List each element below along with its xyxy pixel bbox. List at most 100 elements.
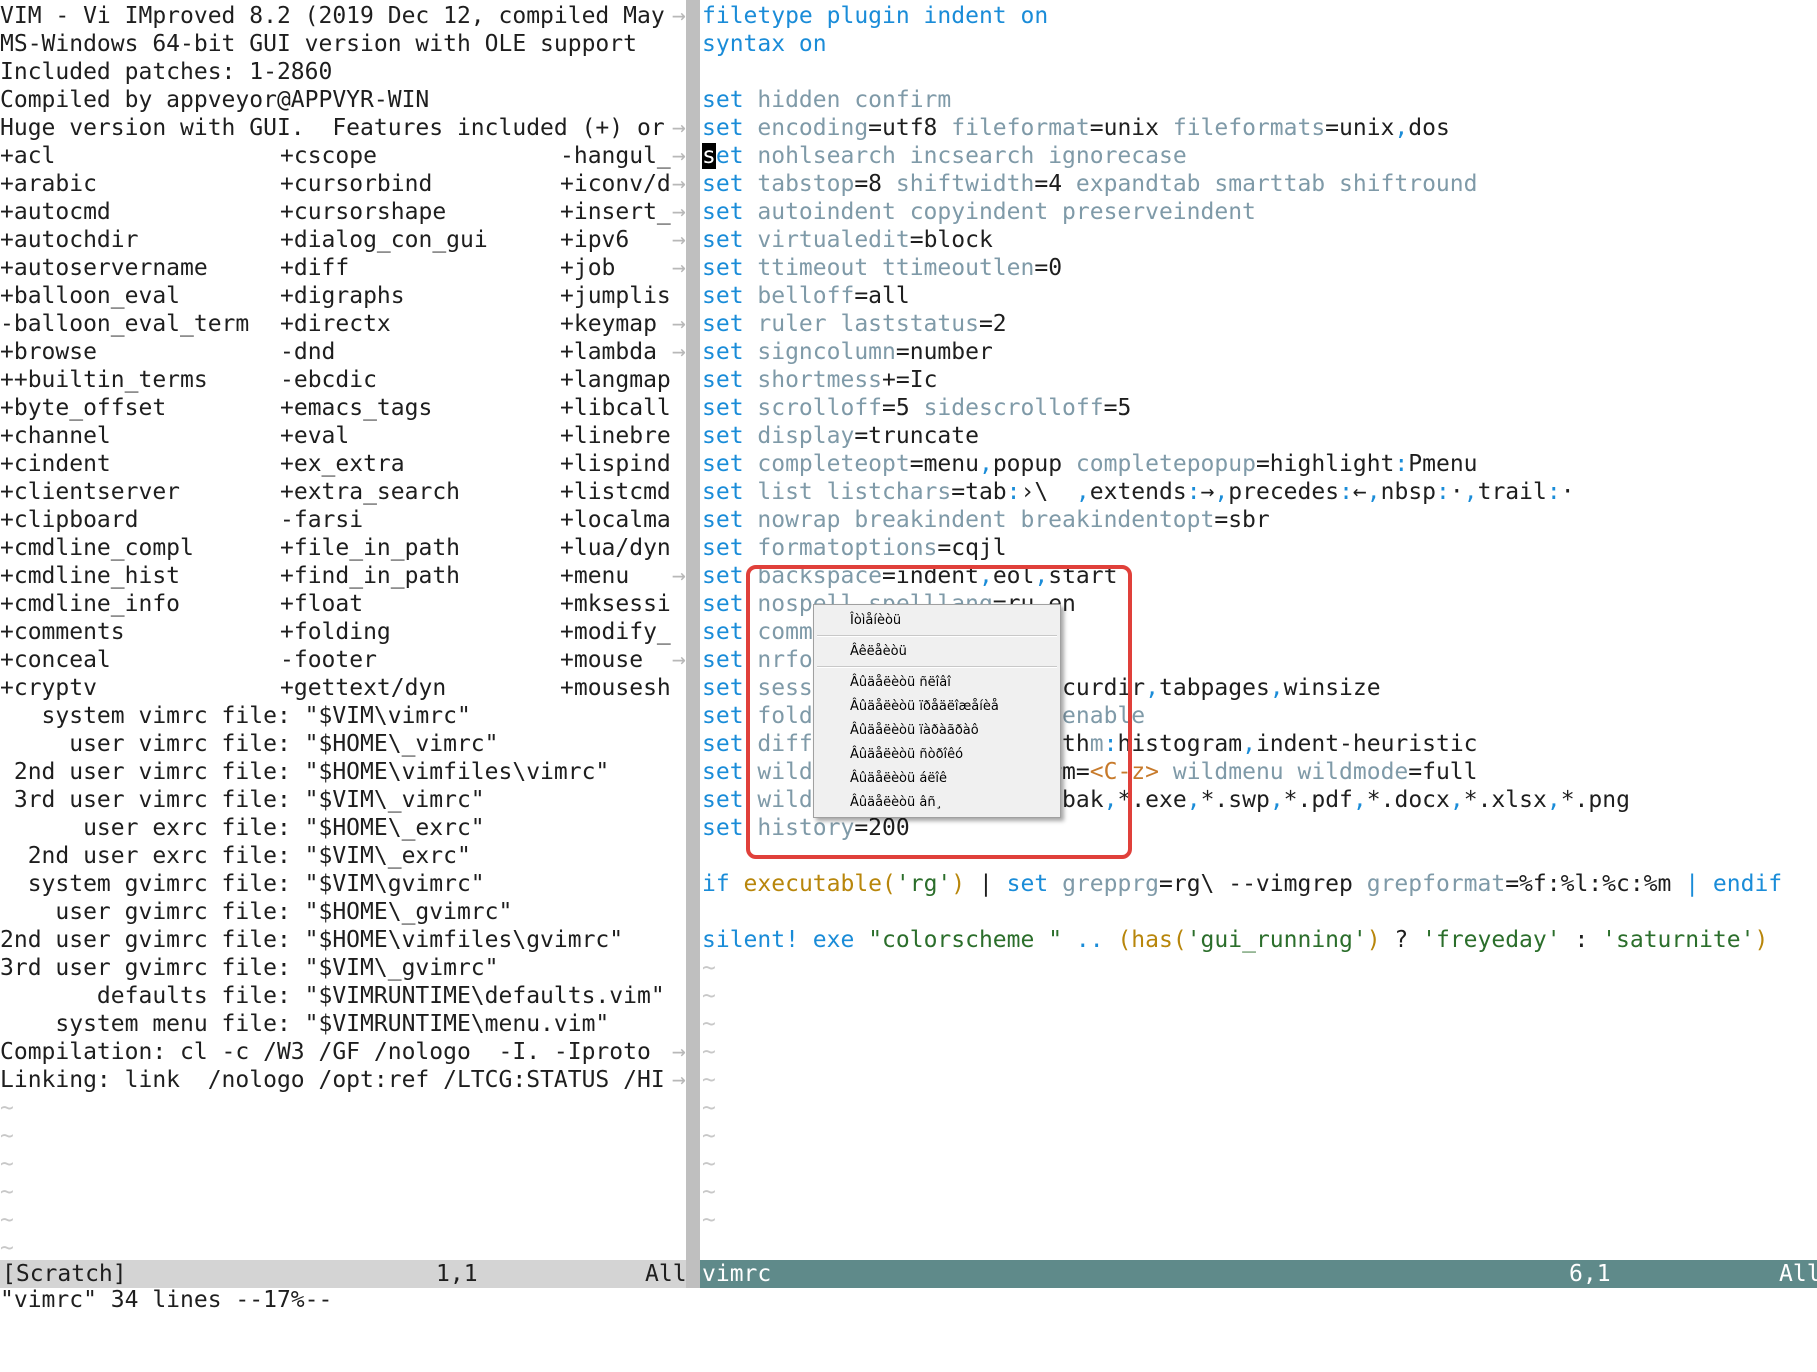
feature-flag: +job bbox=[560, 255, 616, 281]
code-token: et bbox=[715, 143, 744, 169]
menu-item-select-block[interactable]: Âûäåëèòü áëîê bbox=[850, 769, 947, 789]
code-token: completeopt bbox=[743, 451, 910, 477]
code-token: scrolloff bbox=[743, 395, 883, 421]
code-token: grepformat bbox=[1366, 871, 1506, 897]
empty-line-tilde: ~ bbox=[0, 1095, 14, 1121]
code-token: nohlsearch incsearch ignorecase bbox=[743, 143, 1187, 169]
vertical-split-separator[interactable] bbox=[686, 0, 700, 1288]
code-token: · bbox=[1449, 479, 1464, 505]
command-line[interactable]: "vimrc" 34 lines --17%-- bbox=[0, 1288, 332, 1313]
feature-flag: +extra_search bbox=[280, 479, 461, 505]
status-line-right[interactable]: vimrc 6,1 All bbox=[700, 1260, 1817, 1288]
code-line: silent! exe "colorscheme " .. (has('gui_… bbox=[702, 926, 1768, 954]
menu-item-select-word[interactable]: Âûäåëèòü ñëîâî bbox=[850, 673, 951, 693]
code-token: formatoptions bbox=[743, 535, 938, 561]
code-line: set formatoptions=cqjl bbox=[702, 534, 1007, 562]
code-token: set bbox=[702, 815, 744, 841]
feature-flag: +autocmd bbox=[0, 199, 111, 225]
code-token: (has( bbox=[1117, 927, 1187, 953]
vimrc-info-line: 2nd user gvimrc file: "$HOME\vimfiles\gv… bbox=[0, 927, 624, 953]
code-token: =5 bbox=[882, 395, 924, 421]
feature-flag: +cryptv bbox=[0, 675, 97, 701]
version-info-line: VIM - Vi IMproved 8.2 (2019 Dec 12, comp… bbox=[0, 3, 665, 29]
version-info-line: Compiled by appveyor@APPVYR-WIN bbox=[0, 87, 430, 113]
code-token: set bbox=[702, 199, 744, 225]
code-token: set bbox=[702, 563, 744, 589]
truncation-marker: → bbox=[672, 311, 686, 337]
vimrc-info-line: Compilation: cl -c /W3 /GF /nologo -I. -… bbox=[0, 1039, 651, 1065]
empty-line-tilde: ~ bbox=[702, 1207, 716, 1233]
code-token: =rg\ --vimgrep bbox=[1159, 871, 1367, 897]
empty-line-tilde: ~ bbox=[702, 983, 716, 1009]
code-token: set bbox=[702, 451, 744, 477]
empty-line-tilde: ~ bbox=[702, 1151, 716, 1177]
feature-flag: -ebcdic bbox=[280, 367, 377, 393]
code-line: set completeopt=menu,popup completepopup… bbox=[702, 450, 1478, 478]
code-token: =cqjl bbox=[937, 535, 1007, 561]
empty-line-tilde: ~ bbox=[702, 1123, 716, 1149]
menu-item-select-line[interactable]: Âûäåëèòü ñòðîêó bbox=[850, 745, 963, 765]
context-menu[interactable]: Îòìåíèòü Âêëåèòü Âûäåëèòü ñëîâî Âûäåëèòü… bbox=[813, 604, 1061, 818]
feature-flag: ++builtin_terms bbox=[0, 367, 208, 393]
code-line: if executable('rg') | set grepprg=rg\ --… bbox=[702, 870, 1782, 898]
code-token: shiftwidth bbox=[895, 171, 1035, 197]
code-token: , bbox=[978, 451, 993, 477]
status-line-left[interactable]: [Scratch] 1,1 All bbox=[0, 1260, 687, 1288]
feature-flag: +linebre bbox=[560, 423, 671, 449]
code-token: : bbox=[1394, 451, 1409, 477]
left-editor-pane[interactable]: VIM - Vi IMproved 8.2 (2019 Dec 12, comp… bbox=[0, 0, 686, 1260]
code-token: signcolumn bbox=[743, 339, 896, 365]
code-token: | endif bbox=[1685, 871, 1783, 897]
vimrc-info-line: user vimrc file: "$HOME\_vimrc" bbox=[0, 731, 499, 757]
truncation-marker: → bbox=[672, 1067, 686, 1093]
code-token: ) bbox=[1754, 927, 1769, 953]
code-token: display bbox=[743, 423, 855, 449]
code-line: set ruler laststatus=2 bbox=[702, 310, 1007, 338]
menu-item-select-paragraph[interactable]: Âûäåëèòü ïàðàãðàô bbox=[850, 721, 979, 741]
vimrc-info-line: defaults file: "$VIMRUNTIME\defaults.vim… bbox=[0, 983, 665, 1009]
code-token: executable( bbox=[729, 871, 896, 897]
code-token: histogram bbox=[1117, 731, 1243, 757]
menu-item-select-all[interactable]: Âûäåëèòü âñ¸ bbox=[850, 793, 942, 813]
code-token: set bbox=[702, 591, 744, 617]
code-token: *.docx bbox=[1366, 787, 1450, 813]
code-token: =full bbox=[1408, 759, 1478, 785]
menu-item-undo[interactable]: Îòìåíèòü bbox=[850, 611, 901, 631]
vimrc-info-line: user gvimrc file: "$HOME\_gvimrc" bbox=[0, 899, 513, 925]
empty-line-tilde: ~ bbox=[702, 955, 716, 981]
code-token: 'saturnite' bbox=[1602, 927, 1755, 953]
code-token: "colorscheme " bbox=[868, 927, 1063, 953]
code-token: =block bbox=[909, 227, 993, 253]
feature-flag: -hangul_ bbox=[560, 143, 671, 169]
feature-flag: +ex_extra bbox=[280, 451, 405, 477]
code-token: s bbox=[702, 143, 716, 169]
feature-flag: -farsi bbox=[280, 507, 364, 533]
empty-line-tilde: ~ bbox=[702, 1095, 716, 1121]
vimrc-info-line: 3rd user gvimrc file: "$VIM\_gvimrc" bbox=[0, 955, 499, 981]
code-token: set bbox=[702, 675, 744, 701]
code-token: ← bbox=[1352, 479, 1367, 505]
menu-item-paste[interactable]: Âêëåèòü bbox=[850, 642, 907, 662]
feature-flag: +lambda bbox=[560, 339, 657, 365]
feature-flag: +cursorshape bbox=[280, 199, 447, 225]
code-token: set bbox=[702, 647, 744, 673]
truncation-marker: → bbox=[672, 115, 686, 141]
feature-flag: +byte_offset bbox=[0, 395, 167, 421]
menu-item-select-sentence[interactable]: Âûäåëèòü ïðåäëîæåíèå bbox=[850, 697, 999, 717]
code-token: , bbox=[1242, 731, 1256, 757]
feature-flag: +keymap bbox=[560, 311, 657, 337]
code-token: =tab bbox=[951, 479, 1007, 505]
code-token: winsize bbox=[1283, 675, 1381, 701]
code-token: tabpages bbox=[1159, 675, 1270, 701]
vimrc-info-line: 2nd user exrc file: "$VIM\_exrc" bbox=[0, 843, 471, 869]
code-token: =truncate bbox=[854, 423, 979, 449]
code-token: shortmess bbox=[743, 367, 883, 393]
feature-flag: +insert_ bbox=[560, 199, 671, 225]
empty-line-tilde: ~ bbox=[0, 1179, 14, 1205]
feature-flag: +mousesh bbox=[560, 675, 671, 701]
truncation-marker: → bbox=[672, 563, 686, 589]
feature-flag: +cmdline_info bbox=[0, 591, 181, 617]
feature-flag: +digraphs bbox=[280, 283, 405, 309]
code-token: diff bbox=[743, 731, 813, 757]
truncation-marker: → bbox=[672, 199, 686, 225]
